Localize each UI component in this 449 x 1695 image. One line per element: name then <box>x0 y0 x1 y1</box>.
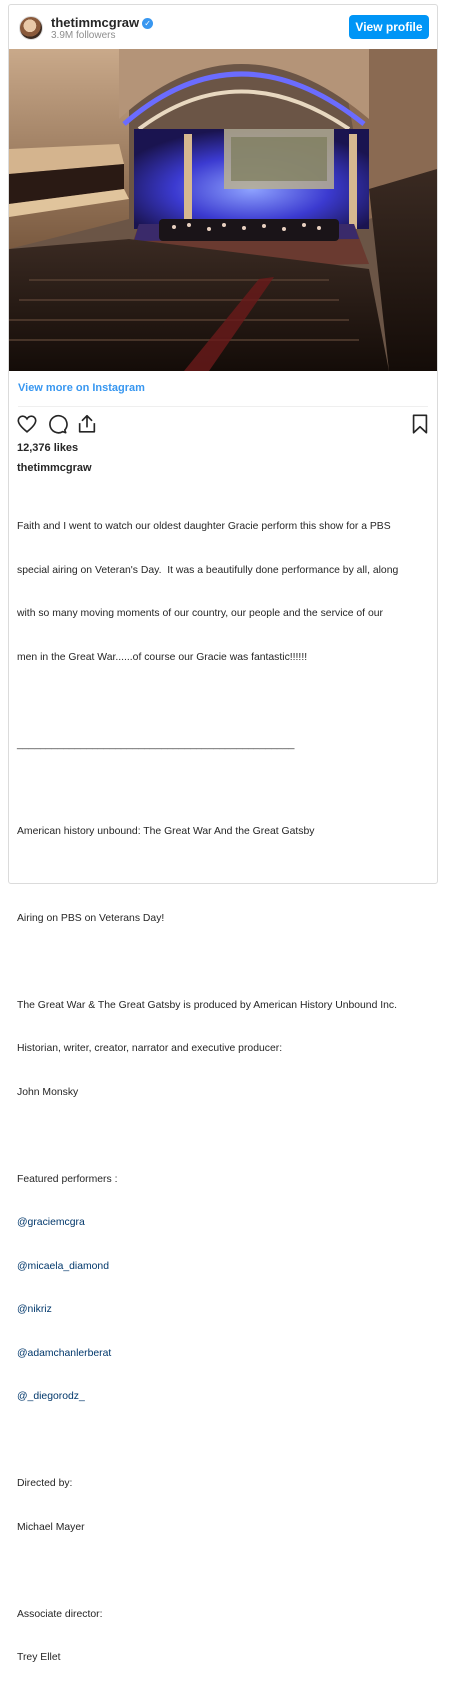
directed-label: Directed by: <box>17 1478 73 1489</box>
produced-line: The Great War & The Great Gatsby is prod… <box>17 999 398 1011</box>
associate-director-name: Trey Ellet <box>17 1652 61 1663</box>
performer-mention-link[interactable]: @adamchanlerberat <box>17 1347 429 1362</box>
post-header: thetimmcgraw ✓ 3.9M followers View profil… <box>9 5 437 49</box>
heart-icon[interactable] <box>16 413 38 435</box>
performer-mention-link[interactable]: @micaela_diamond <box>17 1260 429 1275</box>
post-caption: Faith and I went to watch our oldest dau… <box>17 491 429 1695</box>
associate-director-label: Associate director: <box>17 1608 103 1620</box>
bookmark-icon[interactable] <box>409 413 431 435</box>
produced-line: Historian, writer, creator, narrator and… <box>17 1043 283 1054</box>
follower-count: 3.9M followers <box>51 30 116 41</box>
concert-hall-photo <box>9 49 437 371</box>
view-more-link[interactable]: View more on Instagram <box>18 382 145 394</box>
verified-check-icon: ✓ <box>142 18 154 29</box>
performer-mention-link[interactable]: @graciemcgra <box>17 1216 429 1231</box>
instagram-embed-card: thetimmcgraw ✓ 3.9M followers View profil… <box>8 4 438 1663</box>
divider <box>18 406 428 407</box>
separator-line: ________________________________________… <box>17 738 295 750</box>
caption-line: Faith and I went to watch our oldest dau… <box>17 521 391 532</box>
performer-mention-link[interactable]: @_diegorodz_ <box>17 1390 429 1405</box>
caption-line: men in the Great War......of course our … <box>17 651 308 663</box>
produced-line: John Monsky <box>17 1086 79 1098</box>
airing-line: Airing on PBS on Veterans Day! <box>17 912 165 924</box>
view-profile-button[interactable]: View profile <box>349 15 429 39</box>
username-text[interactable]: thetimmcgraw <box>51 15 139 30</box>
action-bar <box>16 413 431 437</box>
director-name: Michael Mayer <box>17 1521 85 1533</box>
share-icon[interactable] <box>76 413 98 435</box>
like-count[interactable]: 12,376 likes <box>17 442 78 454</box>
caption-line: special airing on Veteran's Day. It was … <box>17 564 399 576</box>
post-photo[interactable] <box>9 49 437 371</box>
caption-line: with so many moving moments of our count… <box>17 608 383 619</box>
featured-label: Featured performers : <box>17 1173 118 1185</box>
performer-mention-link[interactable]: @nikriz <box>17 1303 429 1318</box>
avatar[interactable] <box>19 16 43 40</box>
username-link[interactable]: thetimmcgraw ✓ <box>51 15 154 30</box>
show-title-line: American history unbound: The Great War … <box>17 825 315 837</box>
caption-username-link[interactable]: thetimmcgraw <box>17 462 92 474</box>
comment-icon[interactable] <box>46 413 68 435</box>
